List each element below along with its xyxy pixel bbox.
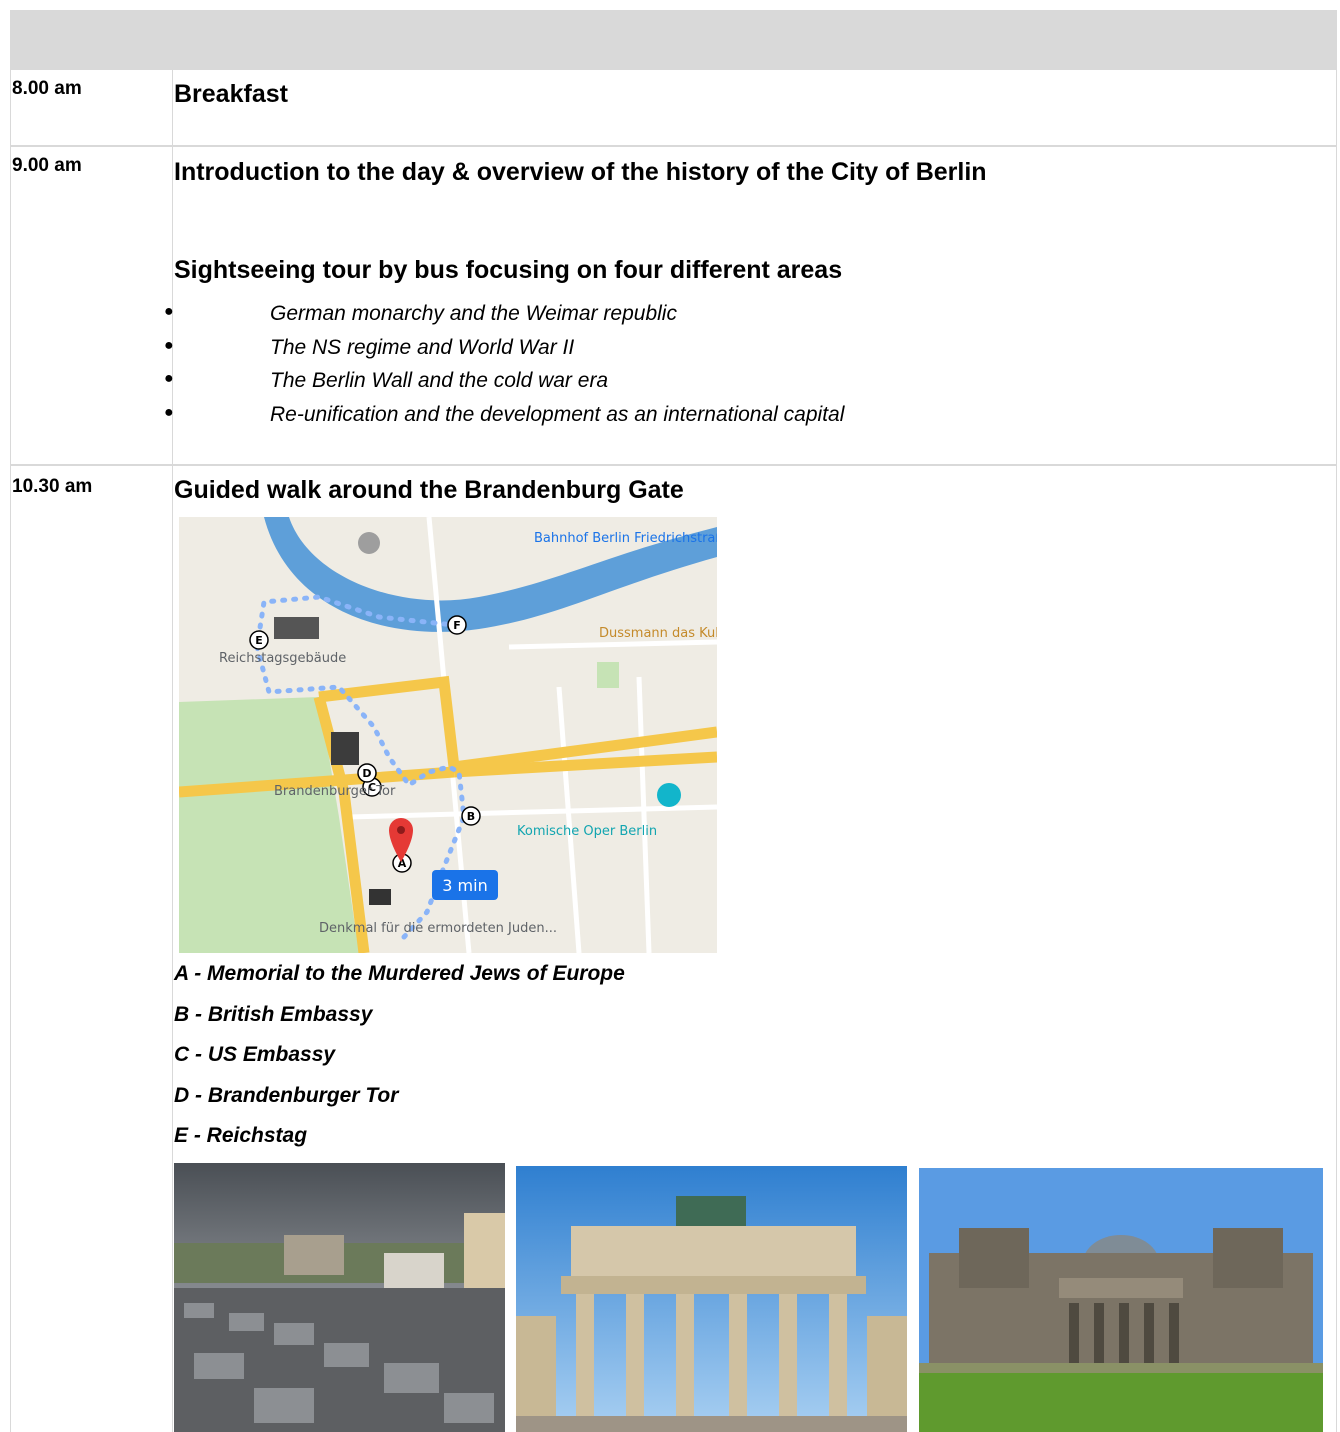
dussmann-label: Dussmann das KulturKaufhaus bbox=[599, 626, 717, 641]
brandenburg-gate-photo bbox=[516, 1166, 907, 1432]
quadriga bbox=[676, 1196, 746, 1226]
walking-route-map: A B C D E F 3 min Bahnhof Berlin Friedri… bbox=[179, 517, 717, 953]
bullet-icon: ● bbox=[164, 336, 174, 354]
opera-label: Komische Oper Berlin bbox=[517, 824, 657, 839]
table-left-border bbox=[10, 70, 11, 1432]
station-label: Bahnhof Berlin Friedrichstraße bbox=[534, 531, 717, 546]
legend-item: B - British Embassy bbox=[174, 1002, 373, 1026]
gate-building-icon bbox=[331, 732, 359, 765]
stop-b-label: B bbox=[467, 810, 475, 823]
reichstag-image bbox=[919, 1168, 1323, 1432]
time-cell: 10.30 am bbox=[12, 476, 93, 497]
gate-image bbox=[516, 1166, 907, 1432]
gate-label: Brandenburger Tor bbox=[274, 784, 396, 799]
stop-f-label: F bbox=[453, 619, 461, 632]
row-divider bbox=[10, 145, 1337, 147]
map-legend: A - Memorial to the Murdered Jews of Eur… bbox=[174, 962, 625, 1165]
stop-e-label: E bbox=[255, 634, 263, 647]
reichstag-label: Reichstagsgebäude bbox=[219, 651, 346, 666]
row-divider bbox=[10, 464, 1337, 466]
stop-d-label: D bbox=[362, 767, 371, 780]
bullet-icon: ● bbox=[164, 370, 174, 387]
memorial-image bbox=[174, 1163, 505, 1432]
activity-title: Introduction to the day & overview of th… bbox=[174, 158, 987, 186]
route-time-label: 3 min bbox=[442, 876, 487, 895]
table-header-band bbox=[10, 10, 1337, 70]
reichstag-building-icon bbox=[274, 617, 319, 639]
topic-list: ● German monarchy and the Weimar republic… bbox=[164, 300, 1274, 434]
bullet-icon: ● bbox=[164, 403, 174, 421]
table-right-border bbox=[1336, 70, 1337, 1432]
legend-item: A - Memorial to the Murdered Jews of Eur… bbox=[174, 962, 625, 985]
activity-title: Guided walk around the Brandenburg Gate bbox=[174, 476, 684, 504]
activity-title: Breakfast bbox=[174, 80, 288, 108]
activity-subtitle: Sightseeing tour by bus focusing on four… bbox=[174, 256, 843, 284]
legend-item: D - Brandenburger Tor bbox=[174, 1083, 399, 1107]
small-park bbox=[597, 662, 619, 688]
opera-marker-icon bbox=[657, 783, 681, 807]
bullet-icon: ● bbox=[164, 303, 174, 320]
time-cell: 9.00 am bbox=[12, 155, 82, 176]
memorial-photo bbox=[174, 1163, 505, 1432]
column-divider bbox=[172, 70, 173, 1432]
memorial-label: Denkmal für die ermordeten Juden... bbox=[319, 921, 557, 936]
map-graphic: A B C D E F 3 min Bahnhof Berlin Friedri… bbox=[179, 517, 717, 953]
legend-item: E - Reichstag bbox=[174, 1124, 308, 1147]
list-item: ● German monarchy and the Weimar republic bbox=[164, 302, 677, 325]
time-cell: 8.00 am bbox=[12, 78, 82, 99]
memorial-building-icon bbox=[369, 889, 391, 905]
legend-item: C - US Embassy bbox=[174, 1043, 336, 1066]
reichstag-photo bbox=[919, 1168, 1323, 1432]
list-item: ● Re-unification and the development as a… bbox=[164, 402, 845, 426]
list-item: ● The Berlin Wall and the cold war era bbox=[164, 369, 609, 392]
poi-marker-icon bbox=[358, 532, 380, 554]
list-item: ● The NS regime and World War II bbox=[164, 335, 575, 359]
